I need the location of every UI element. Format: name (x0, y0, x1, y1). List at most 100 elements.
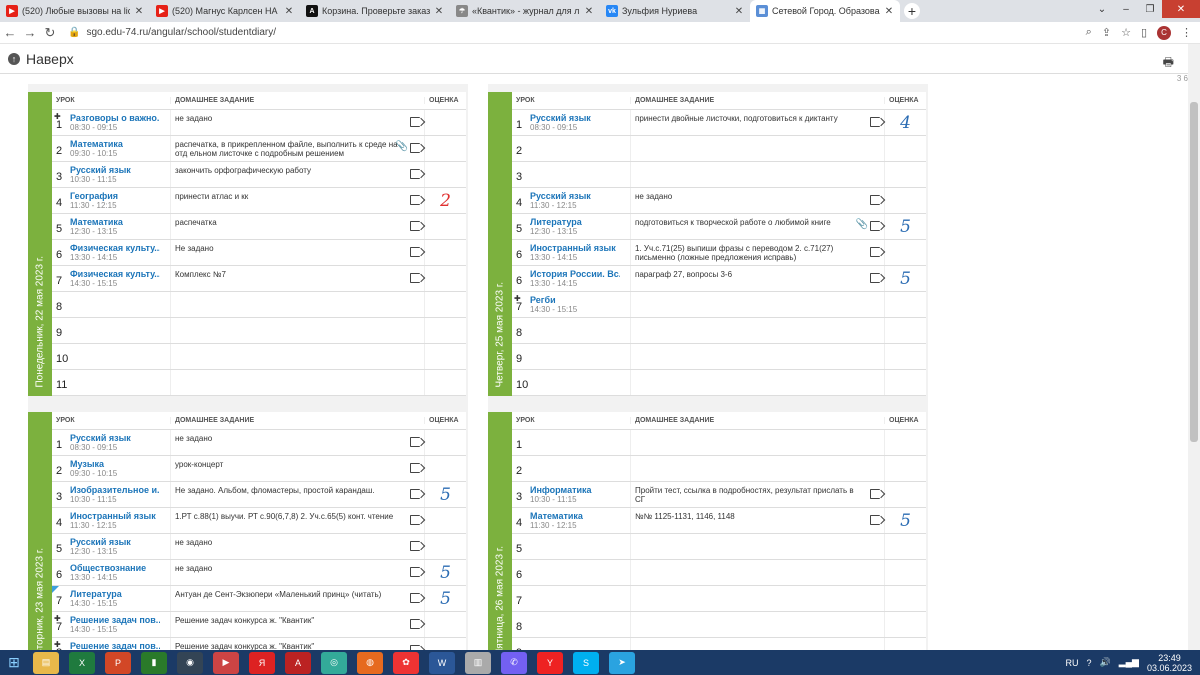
file-explorer-icon[interactable]: ▤ (33, 651, 59, 674)
homework-details-icon[interactable] (870, 489, 880, 499)
homework-details-icon[interactable] (410, 169, 420, 179)
grade-cell[interactable] (424, 162, 466, 187)
homework-details-icon[interactable] (870, 221, 880, 231)
grade-cell[interactable] (884, 292, 926, 317)
tab-close-icon[interactable]: ✕ (434, 6, 444, 17)
clock[interactable]: 23:49 03.06.2023 (1147, 653, 1192, 673)
network-icon[interactable]: ▂▄▆ (1119, 657, 1139, 668)
lesson-name-link[interactable]: Физическая культу... (70, 243, 160, 253)
language-indicator[interactable]: RU (1065, 658, 1078, 668)
grade-cell[interactable] (884, 482, 926, 507)
lesson-name-link[interactable]: Решение задач пов... (70, 641, 160, 650)
bookmark-star-icon[interactable]: ☆ (1121, 26, 1131, 39)
homework-details-icon[interactable] (410, 273, 420, 283)
reels-icon[interactable]: ✿ (393, 651, 419, 674)
tab-close-icon[interactable]: ✕ (284, 6, 294, 17)
grade-cell[interactable]: 4 (884, 110, 926, 135)
homework-details-icon[interactable] (410, 541, 420, 551)
grade-cell[interactable] (424, 240, 466, 265)
homework-details-icon[interactable] (870, 247, 880, 257)
homework-details-icon[interactable] (870, 195, 880, 205)
homework-details-icon[interactable] (410, 437, 420, 447)
grade-cell[interactable] (424, 110, 466, 135)
homework-details-icon[interactable] (410, 593, 420, 603)
homework-details-icon[interactable] (410, 515, 420, 525)
volume-icon[interactable]: 🔊 (1100, 657, 1111, 668)
lesson-name-link[interactable]: Литература (70, 589, 122, 599)
print-icon[interactable]: 🖶 (1163, 53, 1174, 74)
homework-details-icon[interactable] (870, 273, 880, 283)
up-arrow-icon[interactable]: ↑ (8, 52, 20, 65)
grade-cell[interactable] (884, 370, 926, 395)
start-button[interactable]: ⊞ (4, 654, 24, 672)
reload-icon[interactable]: ↻ (40, 25, 60, 41)
lesson-name-link[interactable]: Изобразительное и... (70, 485, 160, 495)
grade-cell[interactable] (424, 456, 466, 481)
lesson-name-link[interactable]: Иностранный язык (70, 511, 156, 521)
grade-cell[interactable] (424, 266, 466, 291)
lesson-name-link[interactable]: Обществознание (70, 563, 146, 573)
homework-details-icon[interactable] (870, 117, 880, 127)
help-icon[interactable]: ? (1086, 658, 1091, 668)
chrome-icon[interactable]: ◎ (321, 651, 347, 674)
zoom-icon[interactable]: ⌕ (1086, 26, 1092, 39)
grade-cell[interactable]: 5 (884, 266, 926, 291)
lesson-name-link[interactable]: Русский язык (70, 433, 131, 443)
homework-details-icon[interactable] (410, 567, 420, 577)
homework-details-icon[interactable] (410, 463, 420, 473)
grade-cell[interactable] (424, 638, 466, 650)
menu-kebab-icon[interactable]: ⋮ (1181, 26, 1192, 39)
skype-icon[interactable]: S (573, 651, 599, 674)
grade-cell[interactable] (884, 560, 926, 585)
tab-close-icon[interactable]: ✕ (884, 6, 894, 17)
homework-details-icon[interactable] (410, 117, 420, 127)
lesson-name-link[interactable]: Математика (70, 139, 123, 149)
lesson-name-link[interactable]: Решение задач пов... (70, 615, 160, 625)
viber-icon[interactable]: ✆ (501, 651, 527, 674)
pdf-icon[interactable]: A (285, 651, 311, 674)
grade-cell[interactable] (424, 318, 466, 343)
browser-tab[interactable]: ☂ «Квантик» - журнал для любозн ✕ (450, 0, 600, 22)
tab-close-icon[interactable]: ✕ (134, 6, 144, 17)
grade-cell[interactable] (884, 240, 926, 265)
grade-cell[interactable]: 2 (424, 188, 466, 213)
grade-cell[interactable]: 5 (884, 508, 926, 533)
browser-tab[interactable]: A Корзина. Проверьте заказ. Инте ✕ (300, 0, 450, 22)
lesson-name-link[interactable]: Русский язык (70, 165, 131, 175)
grade-cell[interactable] (424, 344, 466, 369)
browser-tab[interactable]: ▦ Сетевой Город. Образование. Д ✕ (750, 0, 900, 22)
grade-cell[interactable] (884, 344, 926, 369)
grade-cell[interactable] (884, 136, 926, 161)
grade-cell[interactable] (884, 612, 926, 637)
grade-cell[interactable] (424, 612, 466, 637)
back-arrow-icon[interactable]: ← (0, 25, 20, 40)
forward-arrow-icon[interactable]: → (20, 25, 40, 40)
homework-details-icon[interactable] (410, 195, 420, 205)
lesson-name-link[interactable]: Литература (530, 217, 582, 227)
grade-cell[interactable] (884, 638, 926, 650)
tab-search-icon[interactable]: ⌄ (1090, 0, 1114, 18)
lesson-name-link[interactable]: Физическая культу... (70, 269, 160, 279)
grade-cell[interactable] (884, 188, 926, 213)
app-icon[interactable]: ▮ (141, 651, 167, 674)
grade-cell[interactable] (424, 214, 466, 239)
homework-details-icon[interactable] (870, 515, 880, 525)
firefox-icon[interactable]: ◍ (357, 651, 383, 674)
lesson-name-link[interactable]: Регби (530, 295, 577, 305)
eye-icon[interactable]: ◉ (177, 651, 203, 674)
grade-cell[interactable] (884, 318, 926, 343)
word-icon[interactable]: W (429, 651, 455, 674)
share-icon[interactable]: ⇪ (1102, 26, 1111, 39)
homework-details-icon[interactable] (410, 619, 420, 629)
files-icon[interactable]: ▥ (465, 651, 491, 674)
excel-icon[interactable]: X (69, 651, 95, 674)
grade-cell[interactable] (884, 456, 926, 481)
lesson-name-link[interactable]: Иностранный язык (530, 243, 616, 253)
lesson-name-link[interactable]: Музыка (70, 459, 117, 469)
lesson-name-link[interactable]: География (70, 191, 118, 201)
lesson-name-link[interactable]: Разговоры о важно... (70, 113, 160, 123)
grade-cell[interactable] (884, 162, 926, 187)
new-tab-button[interactable]: + (904, 3, 920, 19)
grade-cell[interactable] (884, 586, 926, 611)
lesson-name-link[interactable]: Математика (70, 217, 123, 227)
